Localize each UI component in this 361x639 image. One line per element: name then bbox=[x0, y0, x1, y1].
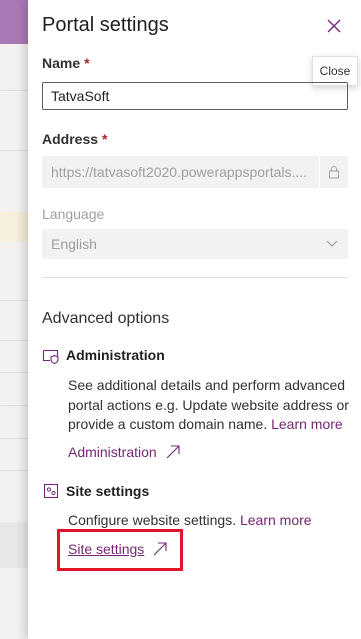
panel-title: Portal settings bbox=[42, 14, 169, 36]
chevron-down-icon bbox=[322, 229, 342, 259]
address-input: https://tatvasoft2020.powerappsportals..… bbox=[42, 156, 348, 188]
site-settings-description: Configure website settings. Learn more bbox=[68, 511, 352, 531]
required-marker: * bbox=[102, 131, 108, 147]
address-input-value: https://tatvasoft2020.powerappsportals..… bbox=[51, 164, 308, 180]
name-input-value: TatvaSoft bbox=[51, 88, 110, 104]
close-icon bbox=[327, 19, 341, 38]
site-settings-highlight-box bbox=[57, 529, 183, 571]
portal-settings-panel: Portal settings Close Name * TatvaSoft Ad… bbox=[28, 0, 361, 639]
background-header bbox=[0, 0, 28, 44]
name-input[interactable]: TatvaSoft bbox=[42, 82, 348, 110]
language-select-value: English bbox=[51, 236, 97, 252]
background-row-divider bbox=[0, 150, 28, 151]
background-row-divider bbox=[0, 372, 28, 373]
site-settings-description-text: Configure website settings. bbox=[68, 512, 237, 528]
background-row-divider bbox=[0, 300, 28, 301]
background-row-divider bbox=[0, 340, 28, 341]
advanced-options-title: Advanced options bbox=[42, 310, 170, 327]
administration-link-label: Administration bbox=[68, 444, 157, 460]
section-divider bbox=[42, 277, 348, 278]
site-settings-icon bbox=[42, 482, 60, 500]
administration-link[interactable]: Administration bbox=[68, 444, 181, 460]
administration-description: See additional details and perform advan… bbox=[68, 376, 352, 435]
background-page bbox=[0, 0, 28, 639]
lock-icon bbox=[319, 156, 348, 188]
arrow-up-right-icon bbox=[165, 444, 181, 460]
language-select: English bbox=[42, 229, 348, 259]
site-settings-learn-more-link[interactable]: Learn more bbox=[240, 512, 312, 528]
address-label-text: Address bbox=[42, 131, 99, 147]
name-label: Name * bbox=[42, 55, 90, 71]
background-row-divider bbox=[0, 90, 28, 91]
screen: Portal settings Close Name * TatvaSoft Ad… bbox=[0, 0, 361, 639]
required-marker: * bbox=[84, 55, 90, 71]
administration-heading: Administration bbox=[66, 347, 165, 363]
close-button[interactable] bbox=[320, 14, 348, 42]
address-label: Address * bbox=[42, 131, 107, 147]
administration-learn-more-link[interactable]: Learn more bbox=[271, 416, 343, 432]
background-row-divider bbox=[0, 470, 28, 471]
language-label: Language bbox=[42, 206, 105, 222]
background-footer-block bbox=[0, 522, 28, 568]
site-settings-heading: Site settings bbox=[66, 483, 150, 499]
admin-shield-icon bbox=[42, 347, 60, 365]
background-row-divider bbox=[0, 405, 28, 406]
name-label-text: Name bbox=[42, 55, 81, 71]
background-highlight-row bbox=[0, 212, 28, 242]
background-row-divider bbox=[0, 438, 28, 439]
